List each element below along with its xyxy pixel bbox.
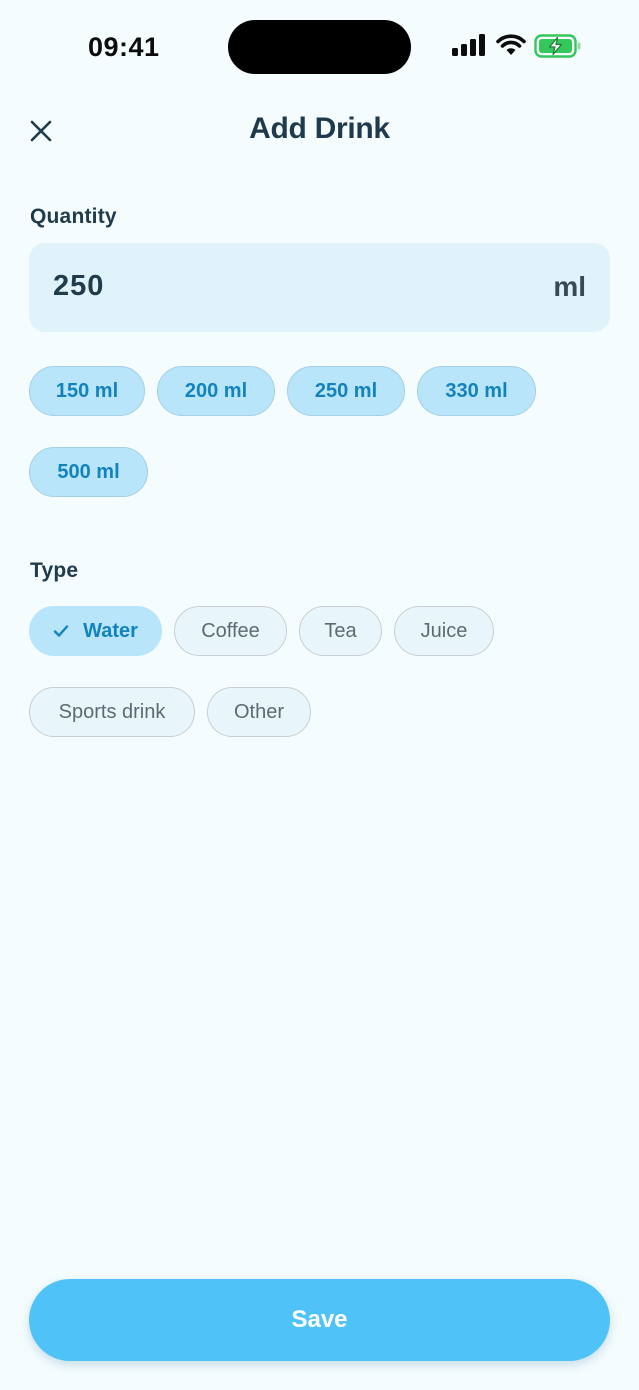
preset-chip-label: 500 ml	[57, 460, 120, 483]
save-button[interactable]: Save	[29, 1279, 610, 1361]
preset-chip-label: 330 ml	[445, 379, 508, 402]
type-label: Type	[30, 559, 79, 582]
type-chip-label: Water	[83, 619, 138, 642]
quantity-input[interactable]: 250 ml	[29, 243, 610, 332]
preset-chip-200[interactable]: 200 ml	[157, 366, 275, 416]
type-chip-sports-drink[interactable]: Sports drink	[29, 687, 195, 737]
type-chip-juice[interactable]: Juice	[394, 606, 494, 656]
quantity-label: Quantity	[30, 205, 117, 228]
add-drink-screen: 09:41 Add Drink Quantity 250 ml 150 ml 2…	[0, 0, 639, 1390]
wifi-icon	[496, 34, 526, 55]
dynamic-island	[228, 20, 411, 74]
status-icons	[452, 34, 582, 60]
cellular-signal-icon	[452, 34, 485, 56]
status-bar: 09:41	[0, 0, 639, 95]
preset-chip-330[interactable]: 330 ml	[417, 366, 536, 416]
preset-chip-250[interactable]: 250 ml	[287, 366, 405, 416]
status-time: 09:41	[88, 32, 160, 62]
type-chip-label: Juice	[420, 619, 468, 642]
type-chip-label: Tea	[324, 619, 357, 642]
preset-chip-label: 250 ml	[314, 379, 378, 402]
preset-chip-label: 200 ml	[184, 379, 248, 402]
quantity-unit: ml	[553, 271, 586, 302]
type-chip-other[interactable]: Other	[207, 687, 311, 737]
type-chip-label: Other	[233, 700, 285, 723]
quantity-value: 250	[53, 270, 105, 302]
type-chip-label: Coffee	[201, 619, 260, 642]
type-chip-water[interactable]: Water	[29, 606, 162, 656]
preset-chip-500[interactable]: 500 ml	[29, 447, 148, 497]
type-chip-tea[interactable]: Tea	[299, 606, 382, 656]
preset-chip-150[interactable]: 150 ml	[29, 366, 145, 416]
preset-chip-label: 150 ml	[55, 379, 119, 402]
save-button-label: Save	[291, 1306, 348, 1333]
type-chip-coffee[interactable]: Coffee	[174, 606, 287, 656]
page-title: Add Drink	[249, 112, 390, 145]
check-icon	[53, 624, 69, 638]
type-chip-label: Sports drink	[58, 700, 166, 723]
battery-charging-icon	[534, 34, 581, 58]
